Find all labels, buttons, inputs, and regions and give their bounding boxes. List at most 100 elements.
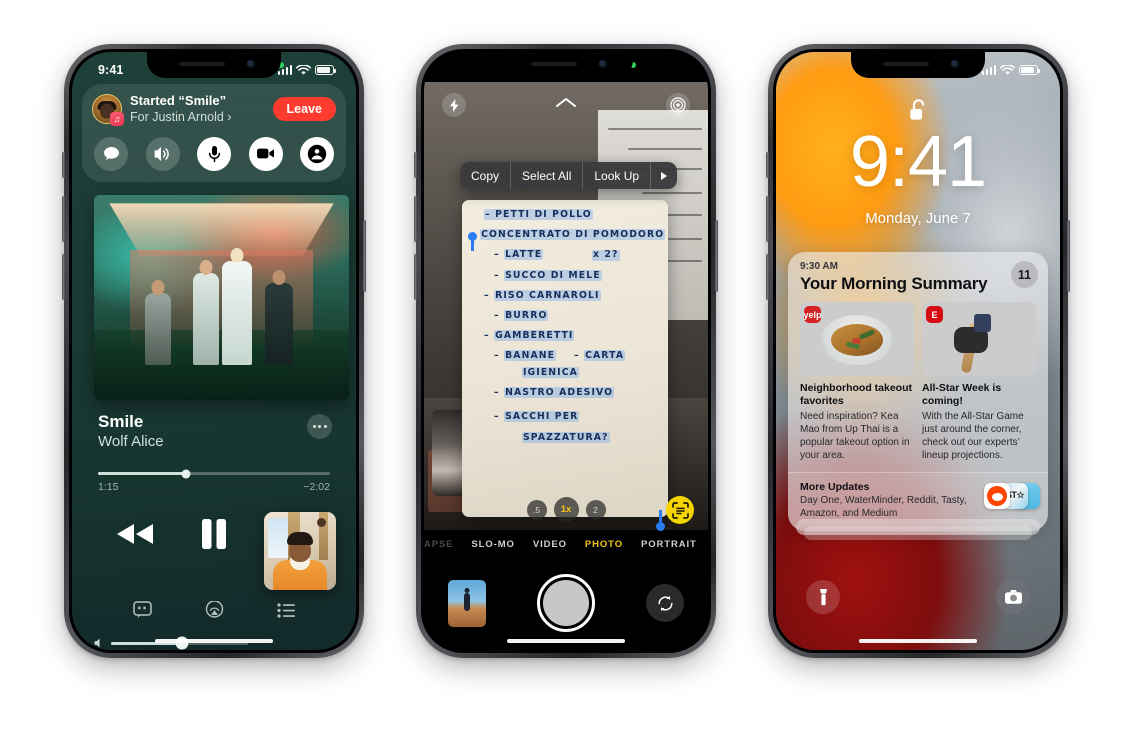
messages-button[interactable]: [94, 136, 128, 171]
power-button[interactable]: [715, 220, 718, 292]
mode-portrait[interactable]: PORTRAIT: [641, 539, 697, 550]
avatar: ♫: [92, 94, 124, 127]
home-indicator[interactable]: [507, 638, 625, 643]
video-button[interactable]: [248, 136, 283, 171]
battery-icon: [315, 65, 336, 75]
list-item: CARTA: [584, 350, 626, 362]
live-photo-button[interactable]: [666, 93, 690, 117]
power-button[interactable]: [363, 220, 366, 292]
album-artwork: [94, 195, 349, 400]
shutter-button[interactable]: [537, 574, 595, 632]
cellular-bars-icon: [277, 65, 292, 75]
copy-menu-item[interactable]: Copy: [460, 162, 512, 189]
list-item: IGIENICA: [522, 366, 579, 378]
track-title: Smile: [98, 412, 144, 431]
mode-slo-mo[interactable]: SLO-MO: [471, 539, 514, 550]
list-item: CONCENTRATO DI POMODORO: [480, 229, 666, 241]
microphone-button[interactable]: [197, 136, 231, 171]
shutter-bar: [424, 570, 708, 640]
leave-button[interactable]: Leave: [272, 97, 336, 122]
speaker-small-icon: [94, 638, 100, 648]
battery-icon: [1019, 65, 1040, 75]
notification-stack: 9:30 AM Your Morning Summary 11 yelp Nei…: [788, 252, 1048, 540]
music-app-badge-icon: ♫: [110, 112, 124, 127]
rewind-button[interactable]: [114, 521, 156, 552]
phone-camera-live-text: .5 1x 2 Copy Select All Look Up – PETTI …: [414, 44, 718, 658]
volume-down-button[interactable]: [766, 254, 769, 300]
mute-switch[interactable]: [766, 152, 769, 178]
home-indicator[interactable]: [859, 638, 977, 643]
earpiece-speaker: [179, 62, 225, 66]
zoom-1x-button[interactable]: 1x: [553, 497, 579, 522]
shareplay-screen: 9:41 ♫ Started “Smile” For Justin Arnold…: [72, 52, 356, 650]
wifi-icon: [1000, 64, 1015, 75]
mute-switch[interactable]: [414, 152, 417, 178]
more-options-button[interactable]: [307, 414, 332, 439]
stacked-notification-behind-2[interactable]: [804, 525, 1032, 540]
airplay-button[interactable]: [205, 600, 224, 624]
selection-handle-end[interactable]: [656, 510, 665, 531]
list-item: LATTE: [504, 249, 544, 261]
volume-down-button[interactable]: [62, 254, 65, 300]
front-camera: [247, 60, 255, 68]
list-item: BANANE: [504, 350, 557, 362]
selection-handle-start[interactable]: [468, 232, 477, 251]
handwritten-shopping-list[interactable]: – PETTI DI POLLO – CONCENTRATO DI POMODO…: [462, 200, 668, 517]
zoom-0.5x-button[interactable]: .5: [526, 499, 547, 520]
zoom-2x-button[interactable]: 2: [585, 499, 606, 520]
home-indicator[interactable]: [155, 638, 273, 643]
shareplay-subtitle[interactable]: For Justin Arnold ›: [130, 109, 265, 125]
list-item-note: x 2?: [592, 249, 620, 262]
pause-button[interactable]: [200, 518, 228, 555]
lock-screen-actions: [776, 580, 1060, 624]
notch: [147, 52, 281, 78]
mode-time-lapse[interactable]: TIME-LAPSE: [424, 539, 453, 550]
shareplay-button[interactable]: [300, 136, 334, 171]
summary-card-item[interactable]: yelp Neighborhood takeout favorites Need…: [800, 302, 914, 462]
speaker-button[interactable]: [145, 136, 180, 171]
list-item: SPAZZATURA?: [522, 431, 610, 443]
look-up-menu-item[interactable]: Look Up: [583, 162, 652, 189]
live-text-scan-icon[interactable]: [666, 496, 694, 524]
volume-up-button[interactable]: [414, 196, 417, 242]
more-updates-app-icons: ST☆: [984, 482, 1040, 509]
mode-video[interactable]: VIDEO: [533, 539, 567, 550]
flash-button[interactable]: [442, 93, 466, 117]
notch: [851, 52, 985, 78]
queue-button[interactable]: [276, 602, 296, 623]
mode-photo[interactable]: PHOTO: [585, 539, 623, 550]
lock-screen: 9:41 Monday, June 7 9:30 AM Your Morning…: [776, 52, 1060, 650]
volume-up-button[interactable]: [766, 196, 769, 242]
volume-up-button[interactable]: [62, 196, 65, 242]
select-all-menu-item[interactable]: Select All: [511, 162, 584, 189]
summary-card-item[interactable]: E All-Star Week is coming! With the All-…: [922, 302, 1036, 462]
screenshot-stage: 9:41 ♫ Started “Smile” For Justin Arnold…: [0, 0, 1132, 740]
camera-options-chevron[interactable]: [553, 95, 579, 115]
photo-library-thumbnail[interactable]: [448, 580, 486, 627]
notification-summary-card[interactable]: 9:30 AM Your Morning Summary 11 yelp Nei…: [788, 252, 1048, 531]
yelp-icon: yelp: [804, 306, 822, 323]
playback-progress[interactable]: 1:15 −2:02: [98, 469, 330, 493]
more-updates-apps: Day One, WaterMinder, Reddit, Tasty, Ama…: [800, 494, 967, 519]
wifi-icon: [296, 64, 311, 75]
mute-switch[interactable]: [62, 152, 65, 178]
power-button[interactable]: [1067, 220, 1070, 292]
volume-down-button[interactable]: [414, 254, 417, 300]
notification-count-badge[interactable]: 11: [1011, 261, 1038, 288]
reddit-icon: [984, 482, 1010, 509]
shareplay-title: Started “Smile”: [130, 93, 227, 108]
facetime-pip-video[interactable]: [264, 512, 336, 590]
camera-flip-icon[interactable]: [646, 584, 684, 622]
list-item: NASTRO ADESIVO: [504, 386, 615, 398]
lyrics-button[interactable]: [132, 601, 152, 624]
triangle-right-icon[interactable]: [651, 162, 677, 189]
lock-screen-time: 9:41: [849, 122, 987, 202]
cellular-bars-icon: [981, 65, 996, 75]
shareplay-banner: ♫ Started “Smile” For Justin Arnold › Le…: [82, 84, 346, 182]
flashlight-button[interactable]: [806, 580, 840, 614]
remaining-time: −2:02: [303, 481, 330, 493]
camera-button[interactable]: [996, 580, 1030, 614]
list-item: RISO CARNAROLI: [494, 289, 601, 301]
summary-time: 9:30 AM: [800, 261, 838, 272]
card-headline: All-Star Week is coming!: [922, 382, 1002, 407]
